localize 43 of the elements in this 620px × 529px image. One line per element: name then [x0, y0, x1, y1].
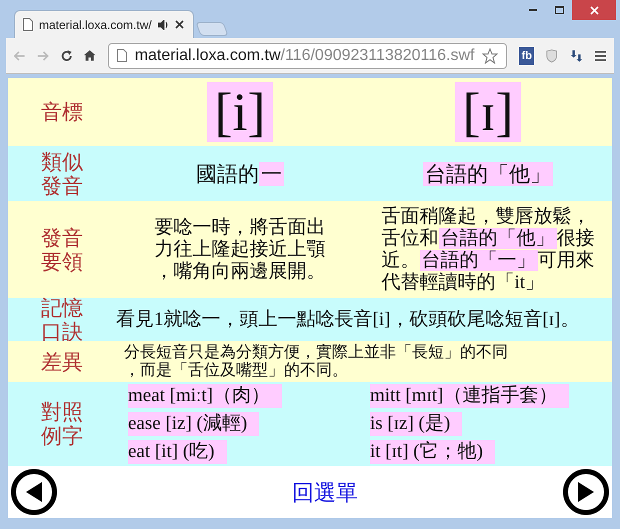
row-label: 對照 例字	[40, 400, 84, 448]
example-word: is [ɪz] (是)	[370, 412, 462, 436]
previous-button[interactable]	[11, 469, 57, 515]
left-triangle-icon	[25, 481, 43, 503]
row-label: 類似 發音	[40, 150, 84, 198]
reload-icon[interactable]	[60, 48, 72, 62]
pronunciation-tip: 舌面稍隆起，雙唇放鬆， 舌位和 台語的「他」很接 近。台語的「一」可用來 代替輕讀時的「it」	[382, 206, 594, 294]
close-icon[interactable]	[174, 20, 184, 29]
shield-icon[interactable]	[546, 48, 558, 64]
address-bar[interactable]: material.loxa.com.tw/116/090923113820116.swf	[108, 42, 508, 68]
speaker-icon	[158, 20, 169, 30]
difference-note: 分長短音只是為分類方便，實際上並非「長短」的不同	[124, 344, 508, 362]
example-word: mitt [mɪt]（連指手套）	[370, 384, 570, 408]
row-label: 發音 要領	[40, 226, 84, 274]
row-label: 音標	[40, 100, 84, 124]
memory-tip: 看見1就唸一，頭上一點唸長音[i]，砍頭砍尾唸短音[ɪ]。	[116, 308, 580, 332]
browser-tab[interactable]: material.loxa.com.tw/	[14, 10, 194, 38]
example-word: it [ɪt] (它；牠)	[370, 440, 495, 464]
menu-link[interactable]: 回選單	[292, 476, 358, 508]
similar-sound: 國語的 一	[196, 160, 284, 188]
right-triangle-icon	[577, 481, 595, 503]
difference-note: ，而是「舌位及嘴型」的不同。	[124, 362, 348, 380]
document-icon	[116, 49, 127, 62]
url-text: material.loxa.com.tw/116/090923113820116.swf	[134, 46, 474, 66]
example-word: eat [it] (吃)	[128, 440, 227, 464]
star-icon[interactable]	[482, 48, 498, 64]
home-icon[interactable]	[84, 49, 96, 62]
phonetic-symbol: [i]	[206, 82, 274, 142]
phonetic-symbol: [ɪ]	[454, 82, 522, 142]
row-label: 記憶 口訣	[40, 296, 84, 344]
similar-sound: 台語的「他」	[423, 160, 553, 188]
menu-icon[interactable]	[594, 50, 606, 62]
row-label: 差異	[40, 350, 84, 374]
download-arrows-icon[interactable]	[570, 48, 583, 64]
document-icon	[23, 18, 33, 31]
tab-title: material.loxa.com.tw/	[39, 16, 152, 34]
pronunciation-tip: 要唸一時，將舌面出 力往上隆起接近上顎 ，嘴角向兩邊展開。	[154, 216, 326, 282]
close-icon	[590, 6, 598, 14]
example-word: meat [miːt]（肉）	[128, 384, 282, 408]
next-button[interactable]	[563, 469, 609, 515]
example-word: ease [iz] (減輕)	[128, 412, 260, 436]
close-button[interactable]	[572, 0, 616, 20]
extension-button[interactable]: fb	[519, 46, 534, 64]
